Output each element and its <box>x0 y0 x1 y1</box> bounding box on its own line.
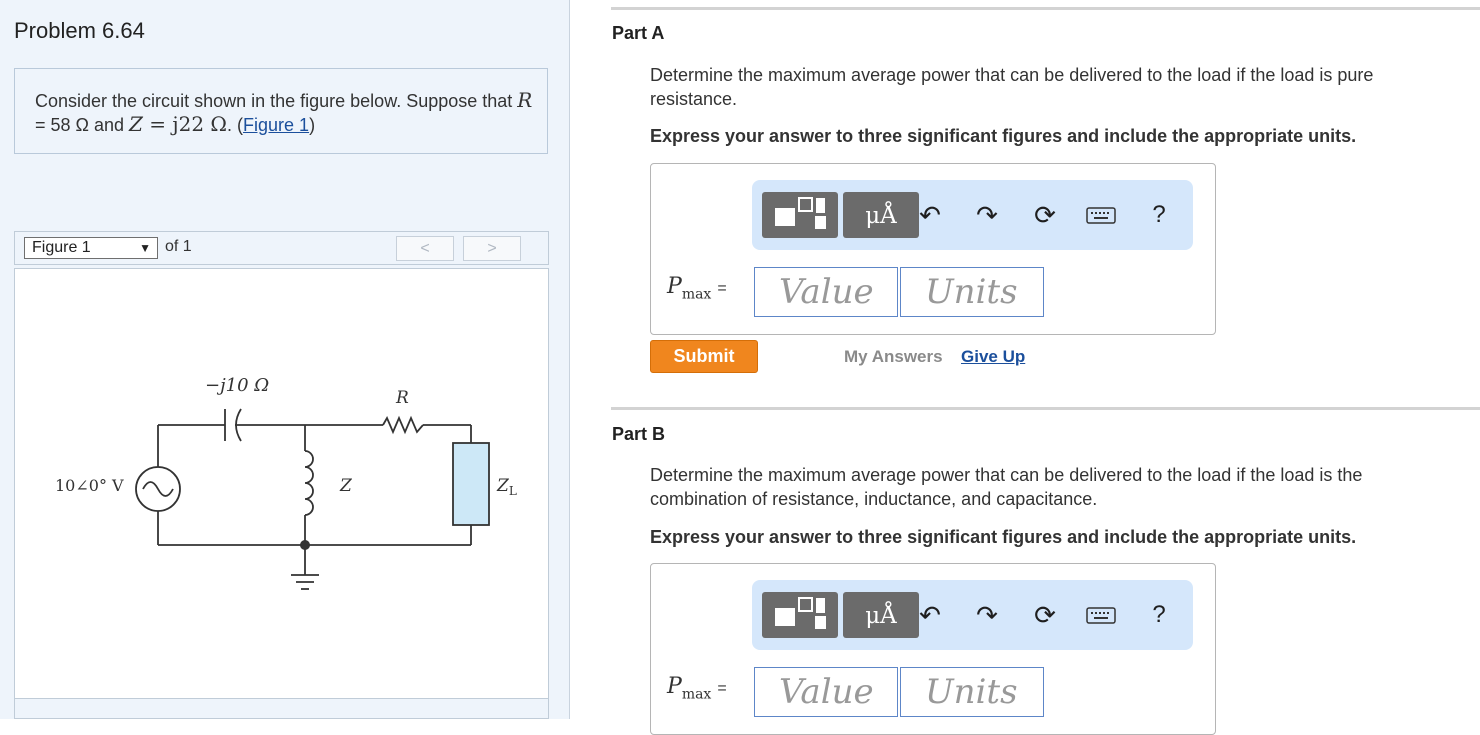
intro-and: and <box>89 115 130 135</box>
answer-label-equals: = <box>717 280 727 297</box>
part-b-units-field[interactable]: Units <box>900 667 1044 717</box>
part-b-instruction: Express your answer to three significant… <box>650 527 1357 547</box>
figure-link[interactable]: Figure 1 <box>243 115 309 135</box>
templates-button[interactable] <box>762 192 838 238</box>
part-a-instruction: Express your answer to three significant… <box>650 126 1357 146</box>
source-label: 10∠0° V <box>55 476 124 495</box>
part-b-value-field[interactable]: Value <box>754 667 898 717</box>
next-figure-button[interactable]: > <box>463 236 521 261</box>
figure-select[interactable]: Figure 1 ▼ <box>24 237 158 259</box>
z-value: = j22 Ω <box>142 112 228 136</box>
capacitor-label: −j10 Ω <box>205 375 269 396</box>
keyboard-icon[interactable] <box>1086 600 1116 630</box>
problem-intro-box: Consider the circuit shown in the figure… <box>14 68 548 154</box>
previous-figure-button[interactable]: < <box>396 236 454 261</box>
intro-period: . ( <box>227 115 244 135</box>
part-a-units-field[interactable]: Units <box>900 267 1044 317</box>
part-b-separator <box>611 407 1480 410</box>
part-a-title: Part A <box>612 23 665 43</box>
answer-label-sub: max <box>681 686 712 703</box>
answer-label-sub: max <box>681 286 712 303</box>
part-b-answer-label: Pmax = <box>667 674 727 702</box>
part-b-title: Part B <box>612 424 666 444</box>
help-icon[interactable]: ? <box>1144 600 1174 630</box>
submit-button[interactable]: Submit <box>650 340 758 373</box>
part-a-toolbar: μÅ ↶ ↷ ⟳ ? <box>752 180 1193 250</box>
circuit-diagram: −j10 Ω R Z ZL 10∠0° V <box>55 375 517 590</box>
load-label: ZL <box>496 476 517 498</box>
help-icon[interactable]: ? <box>1144 200 1174 230</box>
intro-close: ) <box>309 115 316 135</box>
templates-button[interactable] <box>762 592 838 638</box>
templates-icon <box>775 197 826 229</box>
figure-select-value: Figure 1 <box>32 239 91 256</box>
r-value: = 58 Ω <box>35 115 89 135</box>
load-label-sub: L <box>509 484 517 498</box>
my-answers-link[interactable]: My Answers <box>844 347 943 367</box>
answer-label-main: P <box>667 274 682 299</box>
r-symbol: R <box>517 88 533 112</box>
load-impedance-box <box>452 442 490 526</box>
undo-icon[interactable]: ↶ <box>915 200 945 230</box>
reset-icon[interactable]: ⟳ <box>1030 600 1060 630</box>
figure-count: of 1 <box>165 238 192 255</box>
answer-label-equals: = <box>717 680 727 697</box>
z-symbol: Z <box>129 112 143 136</box>
inductor-label: Z <box>339 476 353 496</box>
figure-footer <box>14 699 549 719</box>
part-a-answer-box: μÅ ↶ ↷ ⟳ ? Pmax = Value Units <box>650 163 1216 335</box>
redo-icon[interactable]: ↷ <box>972 600 1002 630</box>
part-a-value-field[interactable]: Value <box>754 267 898 317</box>
keyboard-icon[interactable] <box>1086 200 1116 230</box>
answer-label-main: P <box>667 674 682 699</box>
dropdown-arrow-icon: ▼ <box>139 241 151 255</box>
units-button[interactable]: μÅ <box>843 192 919 238</box>
problem-title: Problem 6.64 <box>14 18 145 43</box>
part-b-answer-box: μÅ ↶ ↷ ⟳ ? Pmax = Value Units <box>650 563 1216 735</box>
templates-icon <box>775 597 826 629</box>
problem-intro-text: Consider the circuit shown in the figure… <box>35 89 535 137</box>
intro-prefix: Consider the circuit shown in the figure… <box>35 91 518 111</box>
units-button[interactable]: μÅ <box>843 592 919 638</box>
redo-icon[interactable]: ↷ <box>972 200 1002 230</box>
problem-panel: Problem 6.64 Consider the circuit shown … <box>0 0 570 719</box>
part-b-toolbar: μÅ ↶ ↷ ⟳ ? <box>752 580 1193 650</box>
figure-navigation-bar: Figure 1 ▼ of 1 < > <box>14 231 549 265</box>
part-a-question: Determine the maximum average power that… <box>650 65 1374 109</box>
part-a-answer-label: Pmax = <box>667 274 727 302</box>
figure-area: −j10 Ω R Z ZL 10∠0° V <box>14 268 549 699</box>
part-a-separator <box>611 7 1480 10</box>
part-b-question: Determine the maximum average power that… <box>650 465 1363 509</box>
reset-icon[interactable]: ⟳ <box>1030 200 1060 230</box>
undo-icon[interactable]: ↶ <box>915 600 945 630</box>
give-up-link[interactable]: Give Up <box>961 347 1025 367</box>
resistor-label: R <box>395 388 409 408</box>
